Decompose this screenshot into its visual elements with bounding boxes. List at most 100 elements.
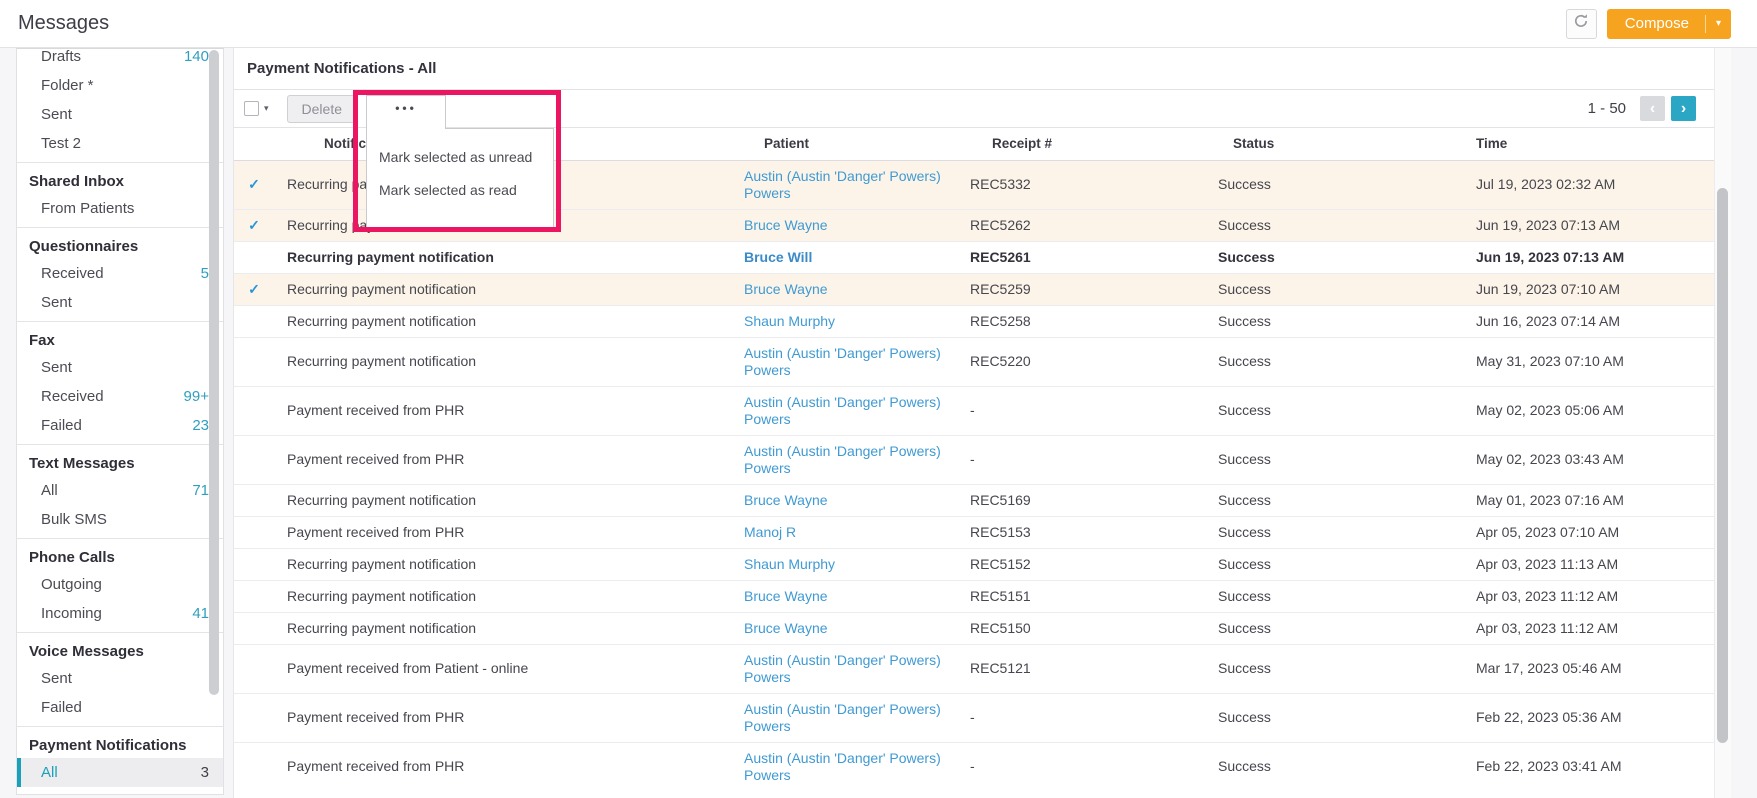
table-row[interactable]: Recurring payment notification Bruce Will… <box>234 241 1715 273</box>
table-row[interactable]: Recurring payment notification Austin (Au… <box>234 337 1715 386</box>
table-row[interactable]: Recurring payment notification Shaun Murp… <box>234 548 1715 580</box>
refresh-button[interactable] <box>1565 8 1597 39</box>
sidebar-section: Shared Inbox From Patients <box>17 162 223 227</box>
time-cell: May 31, 2023 07:10 AM <box>1476 353 1624 369</box>
row-check-cell[interactable]: ✓ <box>234 273 274 305</box>
sidebar-item-test-2[interactable]: Test 2 <box>17 129 223 158</box>
sidebar-item-all[interactable]: All 71 <box>17 476 223 505</box>
pagination-next-button[interactable]: › <box>1671 96 1696 121</box>
table-row[interactable]: Payment received from PHR Austin (Austin … <box>234 693 1715 742</box>
row-check-cell[interactable] <box>234 305 274 337</box>
patient-link[interactable]: Austin (Austin 'Danger' Powers) Powers <box>744 168 941 201</box>
table-row[interactable]: Payment received from Patient - online Au… <box>234 644 1715 693</box>
row-check-cell[interactable] <box>234 548 274 580</box>
time-cell: Apr 03, 2023 11:13 AM <box>1476 555 1619 572</box>
more-actions-button[interactable]: ••• <box>366 95 446 129</box>
time-cell: Apr 05, 2023 07:10 AM <box>1476 523 1620 540</box>
table-row[interactable]: ✓ Recurring payment notification Bruce Way… <box>234 273 1715 305</box>
table-row[interactable]: Payment received from PHR Austin (Austin … <box>234 742 1715 791</box>
patient-link[interactable]: Bruce Wayne <box>744 492 828 508</box>
table-row[interactable]: Recurring payment notification Bruce Wayn… <box>234 612 1715 644</box>
patient-link[interactable]: Austin (Austin 'Danger' Powers) Powers <box>744 394 941 427</box>
sidebar-item-received[interactable]: Received 5 <box>17 259 223 288</box>
row-check-cell[interactable] <box>234 693 274 742</box>
patient-link[interactable]: Austin (Austin 'Danger' Powers) Powers <box>744 443 941 476</box>
row-check-cell[interactable]: ✓ <box>234 160 274 209</box>
patient-link[interactable]: Shaun Murphy <box>744 556 835 572</box>
sidebar-item-folder[interactable]: Folder * <box>17 71 223 100</box>
patient-link[interactable]: Bruce Wayne <box>744 588 828 604</box>
sidebar-sections: Drafts 140 Folder * Sent Test 2 Shared Inbox F… <box>17 49 223 794</box>
sidebar-item-label: Folder * <box>41 77 94 94</box>
menu-item-mark-selected-as-read[interactable]: Mark selected as read <box>367 174 553 207</box>
sidebar-section: Text Messages All 71 Bulk SMS <box>17 444 223 538</box>
table-row[interactable]: Payment received from PHR Austin (Austin … <box>234 435 1715 484</box>
menu-item-mark-selected-as-unread[interactable]: Mark selected as unread <box>367 141 553 174</box>
sidebar-item-label: All <box>41 764 58 781</box>
notification-cell: Payment received from PHR <box>287 451 465 467</box>
compose-button[interactable]: Compose ▾ <box>1606 8 1731 39</box>
sidebar-item-sent[interactable]: Sent <box>17 353 223 382</box>
page-title: Messages <box>18 12 110 34</box>
patient-link[interactable]: Bruce Wayne <box>744 217 828 233</box>
main-scrollbar-thumb[interactable] <box>1717 188 1728 743</box>
patient-cell: Austin (Austin 'Danger' Powers) Powers <box>729 160 954 209</box>
sidebar-item-incoming[interactable]: Incoming 41 <box>17 599 223 628</box>
row-check-cell[interactable] <box>234 337 274 386</box>
patient-link[interactable]: Shaun Murphy <box>744 313 835 329</box>
sidebar-item-failed[interactable]: Failed 23 <box>17 411 223 440</box>
patient-link[interactable]: Austin (Austin 'Danger' Powers) Powers <box>744 701 941 734</box>
row-check-cell[interactable] <box>234 612 274 644</box>
main-scrollbar-track <box>1714 48 1731 798</box>
row-check-cell[interactable]: ✓ <box>234 209 274 241</box>
sidebar-item-label: Failed <box>41 417 82 434</box>
sidebar-scrollbar[interactable] <box>209 50 219 695</box>
sidebar-item-sent[interactable]: Sent <box>17 100 223 129</box>
sidebar-item-sent[interactable]: Sent <box>17 664 223 693</box>
select-caret-icon[interactable]: ▾ <box>264 103 269 114</box>
sidebar-item-failed[interactable]: Failed <box>17 787 223 794</box>
row-check-cell[interactable] <box>234 516 274 548</box>
row-check-cell[interactable] <box>234 241 274 273</box>
table-row[interactable]: Payment received from PHR Manoj R REC5153 S… <box>234 516 1715 548</box>
patient-link[interactable]: Austin (Austin 'Danger' Powers) Powers <box>744 652 941 685</box>
patient-link[interactable]: Bruce Wayne <box>744 281 828 297</box>
sidebar-item-bulk-sms[interactable]: Bulk SMS <box>17 505 223 534</box>
table-row[interactable]: Payment received from PHR Austin (Austin … <box>234 386 1715 435</box>
sidebar-item-from-patients[interactable]: From Patients <box>17 194 223 223</box>
sidebar-section: Phone Calls Outgoing Incoming 41 <box>17 538 223 632</box>
table-row[interactable]: Recurring payment notification Shaun Murp… <box>234 305 1715 337</box>
row-check-cell[interactable] <box>234 435 274 484</box>
chevron-down-icon[interactable]: ▾ <box>1706 18 1731 29</box>
chevron-left-icon: ‹ <box>1649 99 1656 117</box>
table-row[interactable]: Recurring payment notification Bruce Wayn… <box>234 484 1715 516</box>
sidebar-item-outgoing[interactable]: Outgoing <box>17 570 223 599</box>
sidebar-item-failed[interactable]: Failed <box>17 693 223 722</box>
row-check-cell[interactable] <box>234 484 274 516</box>
sidebar-item-drafts[interactable]: Drafts 140 <box>17 49 223 71</box>
patient-cell: Bruce Wayne <box>729 612 954 644</box>
notification-cell: Recurring payment notification <box>287 353 477 369</box>
sidebar-item-all[interactable]: All 3 <box>17 758 223 787</box>
patient-link[interactable]: Bruce Will <box>744 249 812 265</box>
time-cell: Mar 17, 2023 05:46 AM <box>1476 660 1622 676</box>
pagination-prev-button[interactable]: ‹ <box>1640 96 1665 121</box>
row-check-cell[interactable] <box>234 644 274 693</box>
more-actions-menu: Mark selected as unread Mark selected as … <box>366 128 554 228</box>
table-row[interactable]: Recurring payment notification Bruce Wayn… <box>234 580 1715 612</box>
ellipsis-icon: ••• <box>395 101 417 115</box>
patient-link[interactable]: Austin (Austin 'Danger' Powers) Powers <box>744 345 941 378</box>
row-check-cell[interactable] <box>234 386 274 435</box>
sidebar-item-received[interactable]: Received 99+ <box>17 382 223 411</box>
time-cell: Jun 19, 2023 07:10 AM <box>1476 280 1620 297</box>
receipt-cell: REC5169 <box>970 491 1031 508</box>
delete-button[interactable]: Delete <box>286 94 357 123</box>
row-check-cell[interactable] <box>234 580 274 612</box>
row-check-cell[interactable] <box>234 742 274 791</box>
patient-link[interactable]: Austin (Austin 'Danger' Powers) Powers <box>744 750 941 783</box>
select-all-checkbox[interactable] <box>244 101 259 116</box>
patient-link[interactable]: Manoj R <box>744 524 796 540</box>
status-cell: Success <box>1218 758 1271 774</box>
patient-link[interactable]: Bruce Wayne <box>744 620 828 636</box>
sidebar-item-sent[interactable]: Sent <box>17 288 223 317</box>
